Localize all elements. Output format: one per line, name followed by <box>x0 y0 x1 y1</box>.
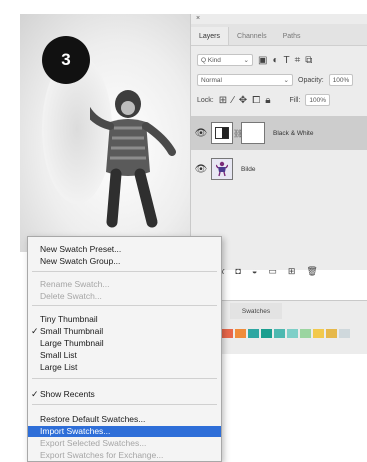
menu-item[interactable]: ✓ Show Recents <box>28 389 221 400</box>
menu-item: Delete Swatch... <box>28 291 221 302</box>
color-swatch[interactable] <box>274 329 285 338</box>
black-white-adjustment-icon <box>215 127 229 139</box>
visibility-eye-icon[interactable]: 👁︎ <box>191 164 211 175</box>
menu-separator <box>32 271 217 272</box>
color-swatch[interactable] <box>287 329 298 338</box>
menu-item[interactable]: Restore Default Swatches... <box>28 414 221 425</box>
menu-item-label: Tiny Thumbnail <box>40 314 98 324</box>
color-swatch[interactable] <box>261 329 272 338</box>
add-mask-icon[interactable]: ◘ <box>235 266 240 277</box>
checkmark-icon: ✓ <box>31 389 39 399</box>
layer-name: Bilde <box>241 165 256 173</box>
color-swatch[interactable] <box>313 329 324 338</box>
tab-layers[interactable]: Layers <box>191 27 230 45</box>
swatches-panel: Swatches <box>222 300 367 354</box>
opacity-field[interactable]: 100% <box>328 74 354 86</box>
chevron-down-icon: ⌄ <box>243 57 249 64</box>
filter-row: Q Kind ⌄ ▣ ◐ T ⌗ ⧉ <box>197 54 312 66</box>
menu-item-label: Small Thumbnail <box>40 326 104 336</box>
kind-filter-label: Q Kind <box>201 56 221 64</box>
new-group-icon[interactable]: ▭ <box>268 266 277 277</box>
menu-item-label: New Swatch Group... <box>40 256 121 266</box>
tab-swatches[interactable]: Swatches <box>230 303 282 319</box>
smart-object-filter-icon[interactable]: ⧉ <box>305 55 312 66</box>
new-layer-icon[interactable]: ⊞ <box>288 266 296 277</box>
color-swatch[interactable] <box>222 329 233 338</box>
adjustment-layer-thumbnail <box>211 122 233 144</box>
blend-mode-select[interactable]: Normal ⌄ <box>197 74 293 86</box>
menu-item[interactable]: Large List <box>28 362 221 373</box>
menu-item[interactable]: New Swatch Group... <box>28 256 221 267</box>
new-adjustment-icon[interactable]: ◒ <box>252 266 257 277</box>
menu-item-label: Large Thumbnail <box>40 338 104 348</box>
opacity-label: Opacity: <box>298 76 324 84</box>
menu-item: Export Selected Swatches... <box>28 438 221 449</box>
color-swatch[interactable] <box>339 329 350 338</box>
menu-separator <box>32 404 217 405</box>
menu-separator <box>32 378 217 379</box>
layer-mask-thumbnail[interactable] <box>241 122 265 144</box>
blend-mode-label: Normal <box>201 76 222 84</box>
tab-channels[interactable]: Channels <box>229 33 275 45</box>
tab-paths[interactable]: Paths <box>275 33 309 45</box>
layer-row-black-white[interactable]: 👁︎ ⛓︎ Black & White <box>191 116 367 150</box>
lock-all-icon[interactable]: 🔒︎ <box>265 95 270 106</box>
kind-filter-select[interactable]: Q Kind ⌄ <box>197 54 253 66</box>
visibility-eye-icon[interactable]: 👁︎ <box>191 128 211 139</box>
trash-icon[interactable]: 🗑︎ <box>306 266 317 277</box>
color-swatch[interactable] <box>300 329 311 338</box>
menu-item-label: Delete Swatch... <box>40 291 102 301</box>
layers-panel: × Layers Channels Paths Q Kind ⌄ ▣ ◐ T ⌗… <box>190 14 367 270</box>
menu-item-label: New Swatch Preset... <box>40 244 122 254</box>
panel-tab-bar: Layers Channels Paths <box>191 24 367 46</box>
pixel-filter-icon[interactable]: ▣ <box>258 55 267 66</box>
lock-transparent-icon[interactable]: ⊞ <box>219 95 227 106</box>
lock-position-icon[interactable]: ✥ <box>239 95 247 106</box>
menu-item-label: Import Swatches... <box>40 426 111 436</box>
lock-artboard-icon[interactable]: ⧠ <box>252 95 260 106</box>
menu-item-label: Large List <box>40 362 78 372</box>
menu-item: Export Swatches for Exchange... <box>28 450 221 461</box>
lock-row: Lock: ⊞ ∕ ✥ ⧠ 🔒︎ Fill: 100% <box>197 94 331 106</box>
fill-label: Fill: <box>289 96 301 104</box>
menu-item[interactable]: Tiny Thumbnail <box>28 314 221 325</box>
menu-item[interactable]: New Swatch Preset... <box>28 244 221 255</box>
menu-separator <box>32 305 217 306</box>
menu-item[interactable]: Import Swatches... <box>28 426 221 437</box>
menu-item[interactable]: Large Thumbnail <box>28 338 221 349</box>
swatches-flyout-menu: New Swatch Preset... New Swatch Group... R… <box>27 236 222 462</box>
menu-item-label: Show Recents <box>40 389 95 399</box>
chevron-down-icon: ⌄ <box>283 77 289 84</box>
color-swatch[interactable] <box>235 329 246 338</box>
panel-close-icon[interactable]: × <box>196 15 200 22</box>
child-figure <box>90 90 176 228</box>
chain-link-icon[interactable]: ⛓︎ <box>233 129 243 138</box>
adjustment-filter-icon[interactable]: ◐ <box>272 55 278 66</box>
menu-item: Rename Swatch... <box>28 279 221 290</box>
menu-item[interactable]: Small List <box>28 350 221 361</box>
figure-thumbnail-icon <box>216 161 228 177</box>
menu-item-label: Small List <box>40 350 77 360</box>
blend-row: Normal ⌄ Opacity: 100% <box>197 74 354 86</box>
menu-item-label: Restore Default Swatches... <box>40 414 146 424</box>
color-swatch[interactable] <box>326 329 337 338</box>
type-filter-icon[interactable]: T <box>284 55 290 66</box>
lock-label: Lock: <box>197 96 214 104</box>
image-layer-thumbnail <box>211 158 233 180</box>
shape-filter-icon[interactable]: ⌗ <box>295 55 301 66</box>
color-swatch[interactable] <box>248 329 259 338</box>
checkmark-icon: ✓ <box>31 326 39 336</box>
step-number-badge: 3 <box>42 36 90 84</box>
menu-item-label: Export Swatches for Exchange... <box>40 450 164 460</box>
menu-item-label: Export Selected Swatches... <box>40 438 147 448</box>
fill-field[interactable]: 100% <box>305 94 331 106</box>
menu-item-label: Rename Swatch... <box>40 279 110 289</box>
layer-name: Black & White <box>273 129 314 137</box>
swatch-grid <box>222 329 350 338</box>
lock-paint-icon[interactable]: ∕ <box>232 95 234 106</box>
menu-item[interactable]: ✓ Small Thumbnail <box>28 326 221 337</box>
layer-row-bilde[interactable]: 👁︎ Bilde <box>191 154 367 184</box>
